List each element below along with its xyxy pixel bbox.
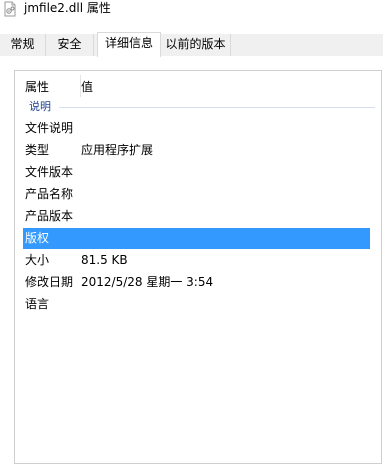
property-name: 文件版本: [25, 165, 74, 179]
property-row-product-version[interactable]: 产品版本: [23, 206, 370, 227]
property-name: 类型: [25, 143, 50, 157]
title-bar: jmfile2.dll 属性: [0, 0, 383, 22]
tab-previous-versions[interactable]: 以前的版本: [161, 34, 231, 56]
property-row-language[interactable]: 语言: [23, 294, 370, 315]
property-row-file-version[interactable]: 文件版本: [23, 162, 370, 183]
property-row-size[interactable]: 大小 81.5 KB: [23, 250, 370, 271]
property-row-type[interactable]: 类型 应用程序扩展: [23, 140, 370, 161]
property-row-file-description[interactable]: 文件说明: [23, 118, 370, 139]
property-name: 大小: [25, 253, 50, 267]
group-divider: [59, 107, 375, 108]
tab-security[interactable]: 安全: [46, 34, 94, 56]
dll-file-icon: [2, 1, 18, 17]
property-row-copyright[interactable]: 版权: [23, 228, 370, 249]
details-list[interactable]: 属性 值 说明 文件说明 类型 应用程序扩展 文件版本 产品名称 产品版本 版权…: [14, 70, 382, 464]
property-name: 产品名称: [25, 187, 74, 201]
tab-details[interactable]: 详细信息: [97, 32, 161, 57]
property-name: 语言: [25, 297, 50, 311]
column-header-property[interactable]: 属性: [25, 78, 49, 95]
window-title: jmfile2.dll 属性: [24, 1, 111, 15]
details-panel: 属性 值 说明 文件说明 类型 应用程序扩展 文件版本 产品名称 产品版本 版权…: [0, 56, 383, 464]
tab-strip: 常规 安全 详细信息 以前的版本: [0, 32, 383, 57]
property-name: 版权: [25, 231, 50, 245]
property-row-date-modified[interactable]: 修改日期 2012/5/28 星期一 3:54: [23, 272, 370, 293]
column-header-value[interactable]: 值: [81, 78, 93, 95]
tab-general[interactable]: 常规: [0, 34, 46, 56]
group-header: 说明: [15, 99, 381, 115]
property-value: 2012/5/28 星期一 3:54: [81, 275, 214, 289]
column-header: 属性 值: [15, 71, 381, 101]
property-value: 81.5 KB: [81, 253, 128, 267]
property-name: 修改日期: [25, 275, 74, 289]
property-value: 应用程序扩展: [81, 143, 154, 157]
property-row-product-name[interactable]: 产品名称: [23, 184, 370, 205]
group-label-description: 说明: [29, 100, 51, 113]
property-name: 产品版本: [25, 209, 74, 223]
property-name: 文件说明: [25, 121, 74, 135]
